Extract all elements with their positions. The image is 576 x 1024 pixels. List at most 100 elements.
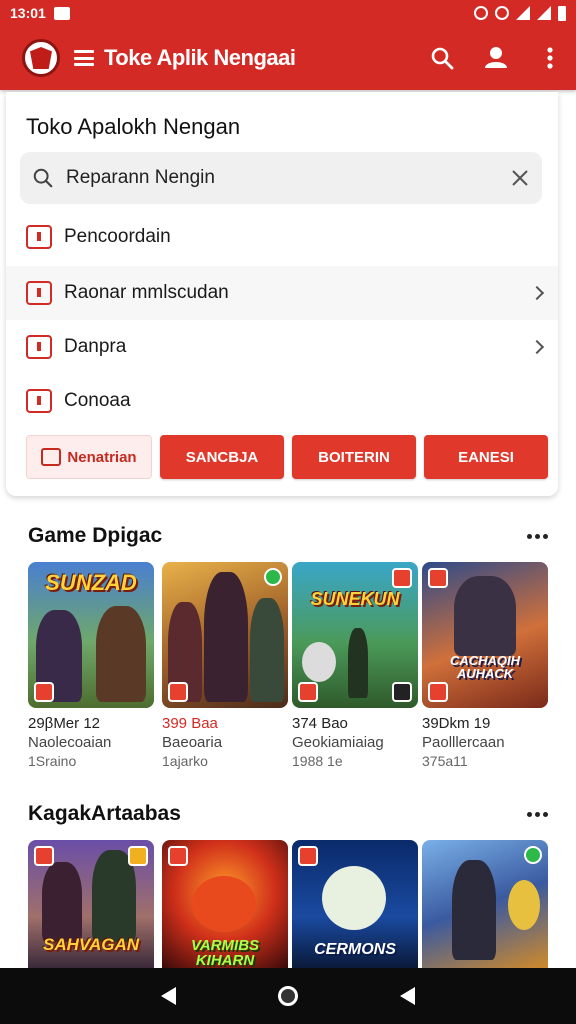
section-header: KagakArtaabas [28,802,548,826]
wifi-icon [516,6,530,20]
chevron-right-icon [529,339,545,355]
game-price: 29βMer 12 [28,715,100,732]
game-badge-icon [34,682,54,702]
game-card[interactable]: VARMIBS KIHARN [162,840,288,968]
filter-button[interactable]: SANCBJA [160,435,284,479]
game-meta: 399 Baa Baeoaria 1ajarko [162,714,292,771]
suggestion-item[interactable]: Raonar mmlscudan [6,266,558,320]
suggestion-label: Danpra [64,336,127,357]
game-meta: 374 Bao Geokiamiaiag 1988 1e [292,714,422,771]
game-meta: 29βMer 12 Naolecoaian 1Sraino [28,714,158,771]
recents-icon[interactable] [400,987,415,1005]
chevron-right-icon [529,285,545,301]
status-time: 13:01 [10,5,46,21]
system-nav-bar [0,968,576,1024]
overflow-menu-icon[interactable] [536,44,564,72]
game-art-figure [192,876,256,932]
game-meta: 39Dkm 19 Paolllercaan 375a11 [422,714,552,771]
game-card[interactable]: SUNZAD [28,562,154,708]
clock-icon [26,389,52,413]
section-title: KagakArtaabas [28,802,181,825]
status-bar: 13:01 [0,0,576,26]
store-icon [41,448,62,466]
game-price: 399 Baa [162,715,218,732]
search-icon [33,168,53,188]
game-art-figure [302,642,336,682]
verified-badge-icon [524,846,542,864]
game-count: 1988 1e [292,753,343,769]
sync-icon [495,6,509,20]
game-badge-icon [168,682,188,702]
game-badge-icon [392,568,412,588]
image-notification-icon [53,6,70,20]
app-title: Toke Aplik Nengaai [104,45,296,70]
game-name: Geokiamiaiag [292,734,384,751]
tv-icon [26,281,52,305]
game-art-figure [204,572,248,702]
category-icon [26,225,52,249]
signal-icon [537,6,551,20]
search-field[interactable]: Reparann Nengin [20,152,542,204]
game-count: 1Sraino [28,753,77,769]
filter-button[interactable]: BOITERIN [292,435,416,479]
game-art-figure [452,860,496,960]
game-card[interactable]: SUNEKUN [292,562,418,708]
game-badge-icon [298,846,318,866]
game-art-figure [322,866,386,930]
filter-button-row: Nenatrian SANCBJA BOITERIN EANESI [26,435,548,479]
game-name: Naolecoaian [28,734,112,751]
section-title: Game Dpigac [28,524,163,547]
game-art-figure [250,598,284,702]
filter-button-primary[interactable]: Nenatrian [26,435,152,479]
game-art-figure [96,606,146,702]
game-art-title: SAHVAGAN [42,935,140,954]
game-badge-icon [428,682,448,702]
game-badge-icon [428,568,448,588]
game-card[interactable]: SAHVAGAN [28,840,154,968]
panel-title: Toko Apalokh Nengan [26,114,241,139]
suggestion-label: Raonar mmlscudan [64,282,229,303]
more-options-icon[interactable] [527,811,548,817]
game-art-figure [42,862,82,942]
search-input-value[interactable]: Reparann Nengin [66,167,510,189]
filter-label: Nenatrian [67,448,137,466]
game-art-title: VARMIBS KIHARN [190,937,260,968]
game-art-title: CERMONS [314,941,396,958]
game-price: 39Dkm 19 [422,715,491,732]
suggestion-item[interactable]: Danpra [6,320,558,374]
game-art-figure [454,576,516,656]
battery-icon [558,5,566,21]
game-art-title: CACHAQIH AUHACK [449,653,521,681]
game-badge-icon [128,846,148,866]
suggestion-label: Pencoordain [64,226,171,247]
game-card[interactable]: CERMONS [292,840,418,968]
app-bar: Toke Aplik Nengaai [0,26,576,90]
status-icons [474,5,566,21]
game-art-title: SUNEKUN [310,589,400,609]
verified-badge-icon [264,568,282,586]
suggestion-item[interactable]: Conoaa [6,374,558,428]
account-icon[interactable] [482,44,510,72]
suggestion-item[interactable]: Pencoordain [6,210,558,264]
hamburger-menu-icon[interactable] [74,50,94,66]
home-icon[interactable] [278,986,298,1006]
game-card[interactable]: CACHAQIH AUHACK [422,562,548,708]
game-badge-icon [298,682,318,702]
section-header: Game Dpigac [28,524,548,548]
search-panel: Toko Apalokh Nengan Reparann Nengin Penc… [6,92,558,496]
search-icon[interactable] [428,44,456,72]
suggestion-label: Conoaa [64,390,131,411]
app-logo [22,39,60,77]
back-icon[interactable] [161,987,176,1005]
game-badge-icon [168,846,188,866]
game-name: Paolllercaan [422,734,505,751]
game-count: 1ajarko [162,753,208,769]
more-options-icon[interactable] [527,533,548,539]
game-badge-icon [34,846,54,866]
game-card[interactable] [162,562,288,708]
game-name: Baeoaria [162,734,223,751]
game-card[interactable] [422,840,548,968]
game-art-title: SUNZAD [45,570,137,595]
clear-icon[interactable] [510,168,530,188]
filter-button[interactable]: EANESI [424,435,548,479]
